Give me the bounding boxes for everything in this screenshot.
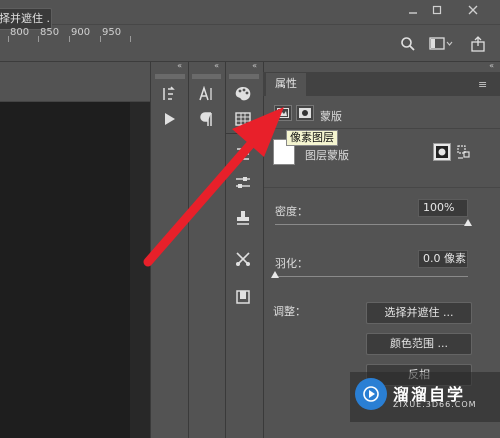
panel-grip[interactable]	[192, 74, 221, 79]
libraries-book-icon[interactable]	[231, 286, 255, 308]
feather-slider-track[interactable]	[275, 276, 468, 277]
density-slider-knob[interactable]	[464, 219, 472, 226]
mask-label: 蒙版	[320, 110, 342, 123]
canvas-pasteboard	[130, 102, 150, 438]
tab-properties[interactable]: 属性	[266, 73, 306, 96]
feather-label: 羽化：	[275, 257, 308, 270]
load-selection-icon[interactable]	[456, 144, 472, 163]
maximize-icon[interactable]	[426, 3, 448, 17]
character-icon[interactable]	[194, 83, 218, 105]
density-label: 密度：	[275, 205, 308, 218]
density-slider-track[interactable]	[275, 224, 468, 225]
clone-stamp-icon[interactable]	[231, 207, 255, 229]
paragraph-icon[interactable]	[194, 108, 218, 130]
panel-separator	[226, 133, 262, 134]
select-and-mask-panel-button[interactable]: 选择并遮住 ...	[366, 302, 472, 324]
search-icon[interactable]	[400, 36, 416, 55]
ruler-label-950: 950	[102, 27, 122, 38]
feather-slider-knob[interactable]	[271, 271, 279, 278]
collapse-dock-icon[interactable]: «	[150, 62, 188, 72]
collapse-dock-icon[interactable]: «	[263, 62, 500, 72]
vector-mask-icon[interactable]	[296, 105, 314, 121]
ruler-tick	[130, 36, 131, 42]
feather-field[interactable]: 0.0 像素	[418, 250, 468, 268]
apply-mask-icon[interactable]	[433, 143, 451, 161]
ruler-tick	[38, 36, 39, 42]
share-icon[interactable]	[470, 36, 486, 55]
collapse-dock-icon[interactable]: «	[225, 62, 263, 72]
layer-mask-label: 图层蒙版	[305, 149, 349, 162]
ruler-label-800: 800	[10, 27, 30, 38]
workspace-icon[interactable]	[429, 37, 453, 54]
ruler-label-900: 900	[71, 27, 91, 38]
panel-grip[interactable]	[155, 74, 185, 79]
adjustments-sliders-icon[interactable]	[231, 172, 255, 194]
panel-divider	[264, 187, 500, 188]
horizontal-ruler	[0, 62, 150, 102]
panel-grip[interactable]	[229, 74, 259, 79]
ruler-tick	[69, 36, 70, 42]
ruler-tick	[8, 36, 9, 42]
play-action-icon[interactable]	[157, 108, 181, 130]
watermark-logo-icon	[355, 378, 387, 410]
color-range-button[interactable]: 颜色范围 ...	[366, 333, 472, 355]
density-field[interactable]: 100%	[418, 199, 468, 217]
pixel-layer-tooltip: 像素图层	[286, 130, 338, 146]
ruler-label-850: 850	[40, 27, 60, 38]
tools-scissors-icon[interactable]	[231, 248, 255, 270]
collapse-dock-icon[interactable]: «	[188, 62, 225, 72]
color-palette-icon[interactable]	[231, 83, 255, 105]
swatches-grid-icon[interactable]	[231, 108, 255, 130]
ruler-tick	[100, 36, 101, 42]
watermark-url: ZIXUE.3D66.COM	[393, 400, 477, 409]
history-icon[interactable]	[157, 83, 181, 105]
minimize-icon[interactable]	[402, 3, 424, 17]
panel-menu-icon[interactable]: ≡	[478, 78, 487, 91]
document-canvas[interactable]	[0, 102, 130, 438]
window-title-bar	[0, 0, 500, 24]
adjust-label: 调整：	[273, 305, 306, 318]
close-window-icon[interactable]	[462, 3, 484, 17]
layers-list-icon[interactable]	[231, 143, 255, 165]
pixel-mask-icon[interactable]	[274, 105, 292, 121]
